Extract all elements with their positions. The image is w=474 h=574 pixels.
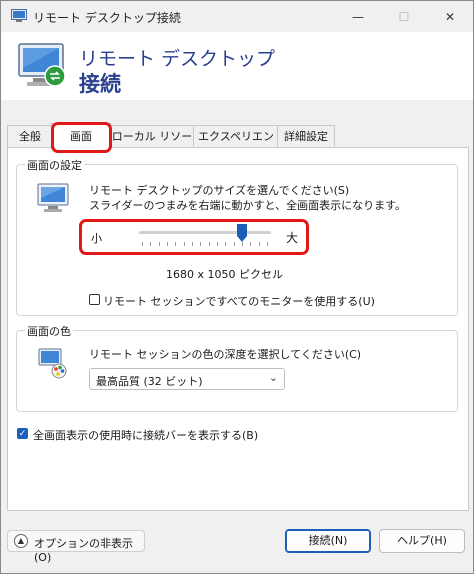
all-monitors-checkbox[interactable] bbox=[89, 294, 100, 305]
tab-local-resources[interactable]: ローカル リソース bbox=[109, 125, 195, 165]
tab-advanced[interactable]: 詳細設定 bbox=[277, 125, 335, 148]
monitor-icon bbox=[37, 183, 69, 212]
maximize-button[interactable]: ☐ bbox=[381, 1, 427, 32]
slider-tick bbox=[192, 242, 193, 246]
color-depth-select[interactable]: 最高品質 (32 ビット) ⌄ bbox=[89, 368, 285, 390]
hide-options-label: オプションの非表示(O) bbox=[34, 537, 133, 564]
slider-tick bbox=[217, 242, 218, 246]
minimize-icon: — bbox=[352, 9, 364, 24]
connect-button[interactable]: 接続(N) bbox=[285, 529, 371, 553]
color-depth-value: 最高品質 (32 ビット) bbox=[96, 375, 203, 388]
chevron-up-icon: ▲ bbox=[14, 534, 28, 548]
close-icon: ✕ bbox=[444, 9, 456, 24]
slider-tick bbox=[167, 242, 168, 246]
minimize-button[interactable]: — bbox=[335, 1, 381, 32]
slider-tick bbox=[200, 242, 202, 246]
resolution-text: 1680 x 1050 ピクセル bbox=[166, 268, 283, 281]
colors-title: 画面の色 bbox=[25, 323, 73, 339]
display-size-label: リモート デスクトップのサイズを選んでください(S) bbox=[89, 184, 350, 197]
slider-tick bbox=[267, 242, 268, 246]
display-size-hint: スライダーのつまみを右端に動かすと、全画面表示になります。 bbox=[89, 199, 407, 212]
display-settings-title: 画面の設定 bbox=[25, 157, 84, 173]
slider-tick bbox=[175, 242, 177, 246]
maximize-icon: ☐ bbox=[398, 9, 410, 24]
hide-options-button[interactable]: ▲ オプションの非表示(O) bbox=[7, 530, 145, 564]
color-depth-label: リモート セッションの色の深度を選択してください(C) bbox=[89, 348, 362, 361]
header-title-line2: 接続 bbox=[79, 72, 121, 96]
size-slider-thumb[interactable] bbox=[236, 223, 248, 243]
window-title: リモート デスクトップ接続 bbox=[33, 11, 181, 25]
remote-desktop-icon bbox=[18, 43, 66, 87]
tab-display[interactable]: 画面 bbox=[51, 123, 111, 149]
slider-tick bbox=[258, 242, 260, 246]
size-slider-track[interactable] bbox=[139, 231, 271, 234]
tab-general[interactable]: 全般 bbox=[7, 125, 53, 148]
help-button[interactable]: ヘルプ(H) bbox=[379, 529, 465, 553]
slider-tick bbox=[225, 242, 227, 246]
rdp-app-icon bbox=[11, 9, 27, 22]
all-monitors-label[interactable]: リモート セッションですべてのモニターを使用する(U) bbox=[103, 293, 375, 309]
slider-max-label: 大 bbox=[286, 231, 299, 245]
slider-min-label: 小 bbox=[91, 232, 102, 245]
close-button[interactable]: ✕ bbox=[427, 1, 473, 32]
header-title-line1: リモート デスクトップ bbox=[79, 48, 276, 70]
slider-tick bbox=[158, 242, 160, 246]
slider-tick bbox=[150, 242, 152, 246]
tab-experience[interactable]: エクスペリエンス bbox=[193, 125, 279, 165]
slider-tick bbox=[142, 242, 143, 246]
color-palette-icon bbox=[38, 348, 67, 379]
connection-bar-checkbox[interactable]: ✓ bbox=[17, 428, 28, 439]
slider-tick bbox=[250, 242, 252, 246]
title-bar: リモート デスクトップ接続 — ☐ ✕ bbox=[1, 1, 473, 32]
slider-tick bbox=[208, 242, 210, 246]
slider-tick bbox=[183, 242, 185, 246]
connection-bar-label[interactable]: 全画面表示の使用時に接続バーを表示する(B) bbox=[33, 427, 258, 443]
slider-tick bbox=[233, 242, 235, 246]
rdp-window: リモート デスクトップ接続 — ☐ ✕ リモート デスクトップ 接続 全般 画面… bbox=[0, 0, 474, 574]
header-banner: リモート デスクトップ 接続 bbox=[1, 32, 473, 100]
chevron-down-icon: ⌄ bbox=[268, 371, 278, 384]
